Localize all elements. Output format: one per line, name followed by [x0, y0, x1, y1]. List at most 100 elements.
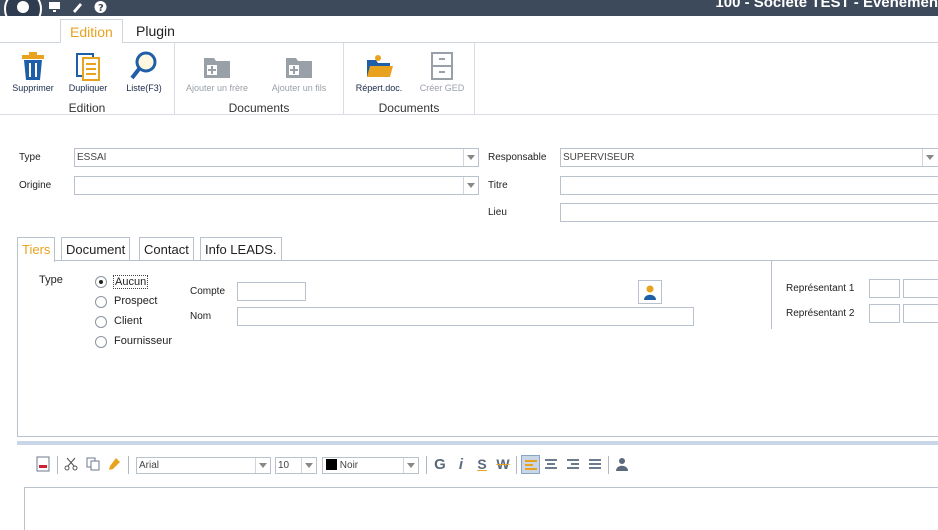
font-size-value: 10: [278, 460, 290, 471]
repert-doc-button[interactable]: Répert.doc.: [349, 49, 409, 93]
origine-select[interactable]: [74, 176, 479, 195]
align-left-icon: [524, 459, 537, 470]
ajouter-fils-label: Ajouter un fils: [271, 83, 327, 93]
type-select[interactable]: ESSAI: [74, 148, 479, 167]
tab-document[interactable]: Document: [61, 237, 131, 261]
pen-icon[interactable]: [71, 1, 84, 16]
insert-field-button[interactable]: [614, 456, 630, 472]
bold-button[interactable]: G: [432, 456, 448, 473]
ribbon-group-documents-2: Répert.doc. Créer GED Documents: [344, 43, 475, 115]
toolbar-separator: [608, 456, 609, 474]
chevron-down-icon[interactable]: [463, 177, 478, 194]
nom-label: Nom: [190, 311, 212, 322]
type-value: ESSAI: [77, 152, 107, 163]
strikethrough-button[interactable]: W: [495, 456, 511, 472]
responsable-value: SUPERVISEUR: [563, 152, 635, 163]
radio-aucun-label[interactable]: Aucun: [113, 275, 149, 289]
representant2-code[interactable]: [869, 304, 900, 323]
compte-field[interactable]: [237, 282, 306, 301]
align-right-button[interactable]: [565, 456, 581, 472]
duplicate-icon: [58, 49, 118, 83]
align-right-icon: [567, 459, 579, 469]
justify-icon: [589, 459, 601, 469]
underline-button[interactable]: S: [474, 456, 490, 472]
document-icon[interactable]: [35, 456, 51, 472]
group-title-documents: Documents: [228, 101, 290, 115]
text-editor[interactable]: [24, 487, 938, 530]
compte-label: Compte: [190, 286, 226, 297]
origine-label: Origine: [19, 180, 52, 191]
repert-doc-label: Répert.doc.: [355, 83, 403, 93]
justify-button[interactable]: [587, 456, 603, 472]
dupliquer-label: Dupliquer: [68, 83, 108, 93]
liste-button[interactable]: Liste(F3): [114, 49, 174, 93]
responsable-select[interactable]: SUPERVISEUR: [560, 148, 938, 167]
representant1-label: Représentant 1: [786, 283, 855, 294]
window-title: 100 - Société TEST - Evènemen: [715, 0, 938, 11]
ajouter-frere-button[interactable]: Ajouter un frère: [183, 49, 251, 93]
radio-fournisseur[interactable]: [95, 336, 107, 348]
align-center-icon: [545, 459, 557, 469]
align-center-button[interactable]: [543, 456, 559, 472]
color-value: Noir: [339, 460, 359, 471]
nom-field[interactable]: [237, 307, 694, 326]
italic-button[interactable]: i: [453, 456, 469, 473]
folder-add-icon: [265, 49, 333, 83]
folder-add-icon: [183, 49, 251, 83]
tab-contact[interactable]: Contact: [139, 237, 194, 261]
help-icon[interactable]: ?: [94, 0, 107, 16]
tab-info-leads[interactable]: Info LEADS.: [200, 237, 282, 261]
ribbon-tabstrip: Edition Plugin: [0, 16, 938, 44]
font-select[interactable]: Arial: [136, 457, 271, 474]
creer-ged-button[interactable]: Créer GED: [412, 49, 472, 93]
liste-label: Liste(F3): [126, 83, 162, 93]
chevron-down-icon[interactable]: [922, 149, 937, 166]
chevron-down-icon[interactable]: [463, 149, 478, 166]
align-left-button[interactable]: [521, 455, 540, 474]
tab-tiers[interactable]: Tiers: [17, 237, 56, 262]
monitor-icon[interactable]: [48, 1, 61, 16]
magnifier-icon: [114, 49, 174, 83]
chevron-down-icon[interactable]: [301, 458, 316, 473]
font-size-select[interactable]: 10: [275, 457, 317, 474]
title-bar: ? 100 - Société TEST - Evènemen: [0, 0, 938, 28]
chevron-down-icon[interactable]: [403, 458, 418, 473]
representant2-name[interactable]: [903, 304, 938, 323]
select-tiers-button[interactable]: [638, 280, 662, 304]
app-window: ? 100 - Société TEST - Evènemen Edition …: [0, 0, 938, 530]
ribbon-tab-edition[interactable]: Edition: [60, 19, 123, 44]
type-label: Type: [19, 152, 41, 163]
radio-prospect[interactable]: [95, 296, 107, 308]
radio-fournisseur-label[interactable]: Fournisseur: [114, 335, 172, 347]
radio-client-label[interactable]: Client: [114, 315, 142, 327]
representant1-name[interactable]: [903, 279, 938, 298]
radio-client[interactable]: [95, 316, 107, 328]
titre-field[interactable]: [560, 176, 938, 195]
ribbon-group-edition: Supprimer Dupliquer Liste(F3) Edition: [0, 43, 175, 115]
copy-icon[interactable]: [85, 456, 101, 472]
supprimer-label: Supprimer: [12, 83, 54, 93]
font-value: Arial: [139, 460, 160, 471]
radio-prospect-label[interactable]: Prospect: [114, 295, 157, 307]
group-title-documents-2: Documents: [378, 101, 440, 115]
radio-aucun[interactable]: [95, 276, 107, 288]
scissors-icon[interactable]: [63, 456, 79, 472]
divider: [771, 261, 772, 329]
chevron-down-icon[interactable]: [255, 458, 270, 473]
editor-toolbar: Arial 10 Noir G i S W: [0, 448, 938, 482]
dupliquer-button[interactable]: Dupliquer: [58, 49, 118, 93]
splitter[interactable]: [17, 441, 938, 445]
ribbon-tab-plugin[interactable]: Plugin: [127, 19, 184, 44]
format-painter-icon[interactable]: [106, 456, 122, 472]
representant1-code[interactable]: [869, 279, 900, 298]
svg-text:?: ?: [98, 3, 104, 13]
supprimer-button[interactable]: Supprimer: [3, 49, 63, 93]
color-select[interactable]: Noir: [322, 457, 419, 474]
representant2-label: Représentant 2: [786, 308, 855, 319]
person-icon: [616, 458, 628, 471]
toolbar-separator: [57, 456, 58, 474]
responsable-label: Responsable: [488, 152, 547, 163]
lieu-field[interactable]: [560, 203, 938, 222]
ajouter-fils-button[interactable]: Ajouter un fils: [265, 49, 333, 93]
trash-icon: [3, 49, 63, 83]
